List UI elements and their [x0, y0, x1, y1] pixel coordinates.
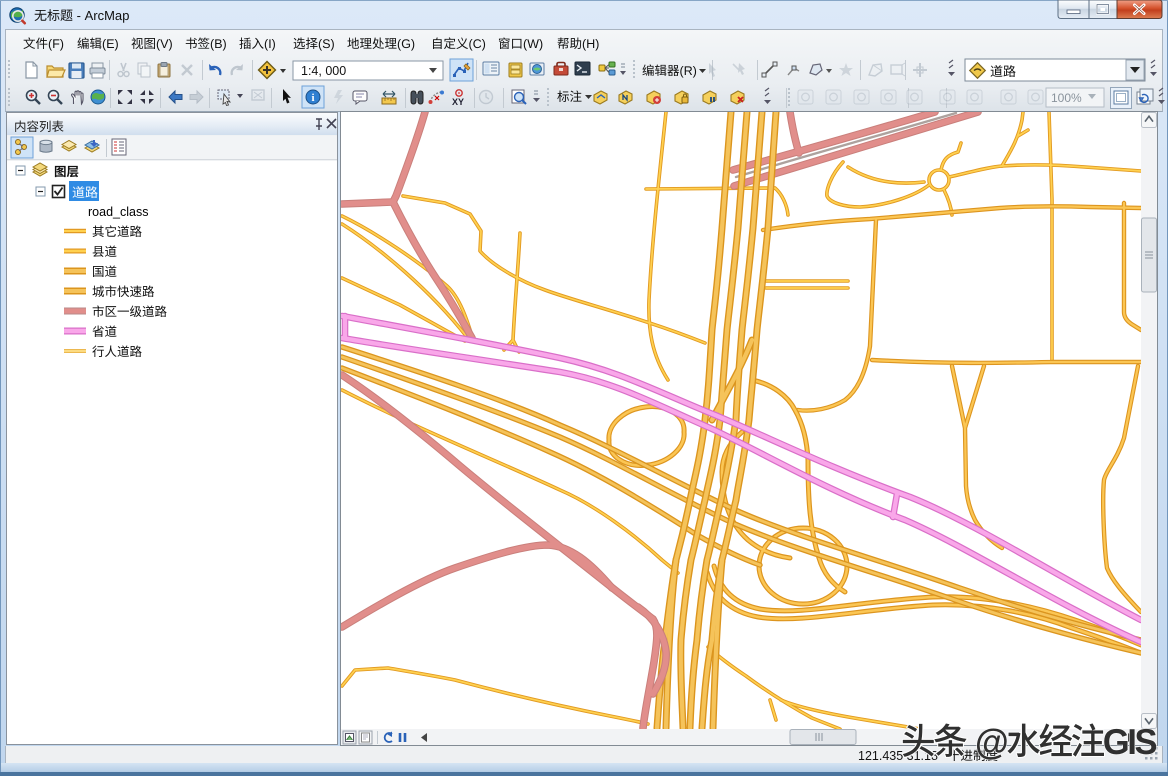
svg-text:road_class: road_class: [88, 205, 148, 219]
svg-text:1:4, 000: 1:4, 000: [301, 64, 346, 78]
svg-text:i: i: [311, 92, 314, 104]
svg-text:XY: XY: [452, 97, 464, 107]
svg-text:100%: 100%: [1051, 91, 1082, 105]
